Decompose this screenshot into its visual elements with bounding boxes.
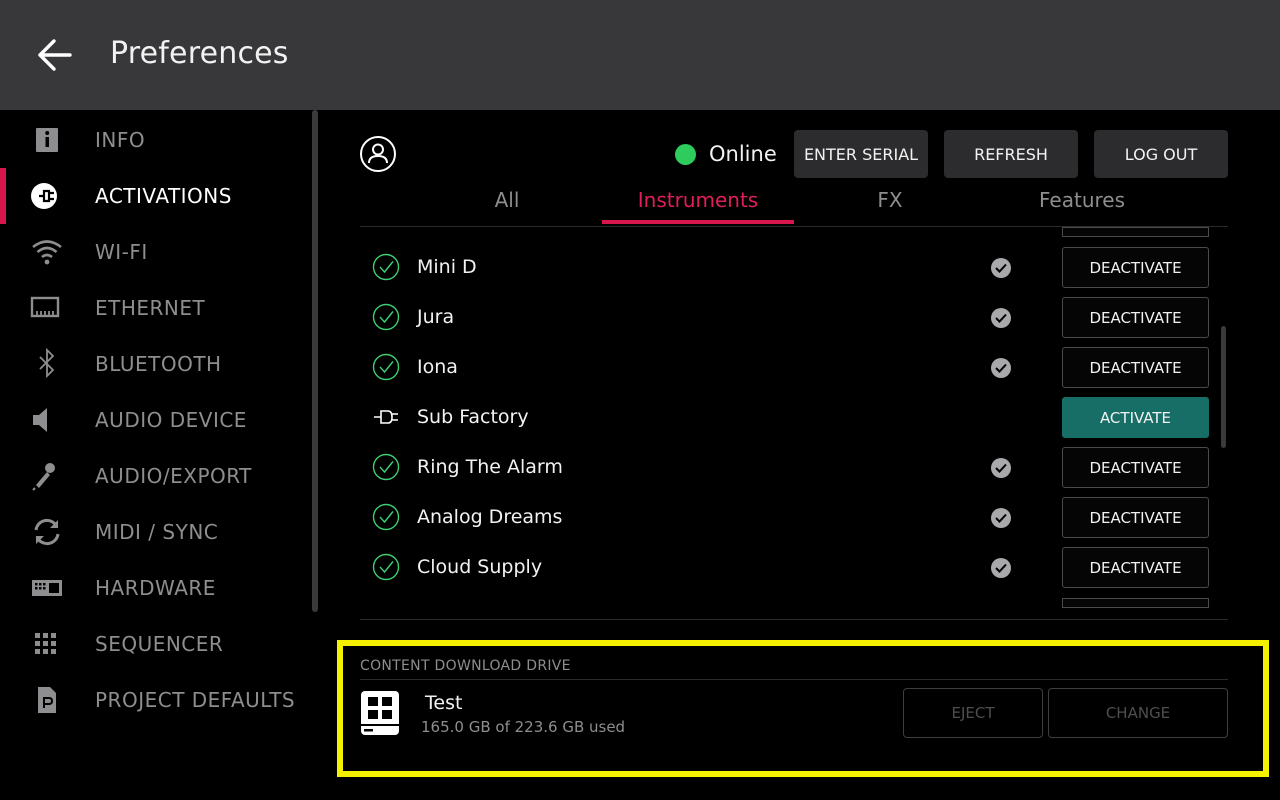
installed-check-icon [991,358,1011,378]
check-circle-icon [372,553,400,581]
sidebar-item-label: PROJECT DEFAULTS [95,688,296,712]
product-row: Sub Factory ACTIVATE [360,392,1228,442]
product-name: Jura [417,306,455,328]
info-icon [36,128,58,152]
log-out-button[interactable]: LOG OUT [1094,130,1228,178]
refresh-button[interactable]: REFRESH [944,130,1078,178]
speaker-icon [33,408,47,432]
deactivate-button[interactable]: DEACTIVATE [1062,297,1209,338]
enter-serial-button[interactable]: ENTER SERIAL [794,130,928,178]
content-drive-divider [360,679,1228,680]
tab-instruments[interactable]: Instruments [602,188,794,224]
product-row: Iona DEACTIVATE [360,342,1228,392]
product-name: Iona [417,356,458,378]
installed-check-icon [991,308,1011,328]
product-row: Jura DEACTIVATE [360,292,1228,342]
check-circle-icon [372,303,400,331]
deactivate-button[interactable]: DEACTIVATE [1062,447,1209,488]
installed-check-icon [991,558,1011,578]
installed-check-icon [991,258,1011,278]
product-name: Cloud Supply [417,556,543,578]
online-status-label: Online [709,142,777,166]
plug-icon [31,183,57,209]
sidebar-item-info[interactable]: INFO [0,112,310,168]
deactivate-button[interactable]: DEACTIVATE [1062,497,1209,538]
activate-button[interactable]: ACTIVATE [1062,397,1209,438]
sidebar-item-label: INFO [95,128,146,152]
deactivate-button[interactable] [1062,227,1209,237]
product-name: Mini D [417,256,477,278]
sidebar-item-sequencer[interactable]: SEQUENCER [0,616,310,672]
back-button[interactable] [34,34,76,76]
sidebar-item-audio-export[interactable]: AUDIO/EXPORT [0,448,310,504]
sidebar-item-midi-sync[interactable]: MIDI / SYNC [0,504,310,560]
grid-icon [35,633,56,654]
sidebar-item-label: ETHERNET [95,296,206,320]
installed-check-icon [991,508,1011,528]
sidebar-item-activations[interactable]: ACTIVATIONS [0,168,310,224]
wifi-icon [32,240,62,265]
sync-icon [34,518,60,546]
page-title: Preferences [110,36,289,71]
deactivate-button[interactable]: DEACTIVATE [1062,247,1209,288]
microphone-icon [32,463,55,491]
sidebar-item-ethernet[interactable]: ETHERNET [0,280,310,336]
deactivate-button[interactable]: DEACTIVATE [1062,347,1209,388]
drive-icon [361,691,399,735]
sidebar-item-label: AUDIO DEVICE [95,408,247,432]
product-name: Analog Dreams [417,506,563,528]
sidebar-item-label: AUDIO/EXPORT [95,464,252,488]
tab-fx[interactable]: FX [794,188,986,224]
sidebar-item-label: SEQUENCER [95,632,224,656]
drive-name: Test [425,692,463,714]
installed-check-icon [991,458,1011,478]
sidebar-item-label: MIDI / SYNC [95,520,219,544]
product-name: Sub Factory [417,406,529,428]
keyboard-icon [32,580,62,596]
product-list[interactable]: Mini D DEACTIVATE Jura DEACTIVATE Iona D… [360,227,1228,608]
tab-all[interactable]: All [412,188,602,224]
product-row: Cloud Supply DEACTIVATE [360,542,1228,592]
sidebar-item-wifi[interactable]: WI-FI [0,224,310,280]
sidebar-item-label: ACTIVATIONS [95,184,232,208]
check-circle-icon [372,253,400,281]
list-divider [360,619,1228,620]
eject-button[interactable]: EJECT [903,688,1043,738]
product-name: Ring The Alarm [417,456,563,478]
user-icon[interactable] [359,135,397,173]
product-row: Ring The Alarm DEACTIVATE [360,442,1228,492]
sidebar-item-bluetooth[interactable]: BLUETOOTH [0,336,310,392]
sidebar-item-audio-device[interactable]: AUDIO DEVICE [0,392,310,448]
sidebar-item-label: WI-FI [95,240,148,264]
list-scrollbar[interactable] [1221,326,1226,448]
tab-features[interactable]: Features [986,188,1178,224]
check-circle-icon [372,503,400,531]
deactivate-button[interactable]: DEACTIVATE [1062,547,1209,588]
drive-usage: 165.0 GB of 223.6 GB used [421,718,626,736]
check-circle-icon [372,453,400,481]
online-status-indicator [675,144,696,165]
sidebar-item-label: HARDWARE [95,576,216,600]
product-row: Analog Dreams DEACTIVATE [360,492,1228,542]
sidebar: INFO ACTIVATIONS WI-FI ETHERNET BLUETOOT… [0,110,322,800]
sidebar-item-label: BLUETOOTH [95,352,222,376]
deactivate-button[interactable] [1062,598,1209,608]
content-drive-heading: CONTENT DOWNLOAD DRIVE [360,658,571,674]
sidebar-item-project-defaults[interactable]: PROJECT DEFAULTS [0,672,310,728]
document-icon [38,687,56,713]
product-row: Mini D DEACTIVATE [360,242,1228,292]
sidebar-scrollbar[interactable] [312,110,318,612]
ethernet-icon [30,296,60,318]
bluetooth-icon [39,348,55,379]
top-bar: Preferences [0,0,1280,110]
plug-icon [374,410,398,424]
change-button[interactable]: CHANGE [1048,688,1228,738]
sidebar-item-hardware[interactable]: HARDWARE [0,560,310,616]
check-circle-icon [372,353,400,381]
arrow-left-icon [38,39,72,71]
